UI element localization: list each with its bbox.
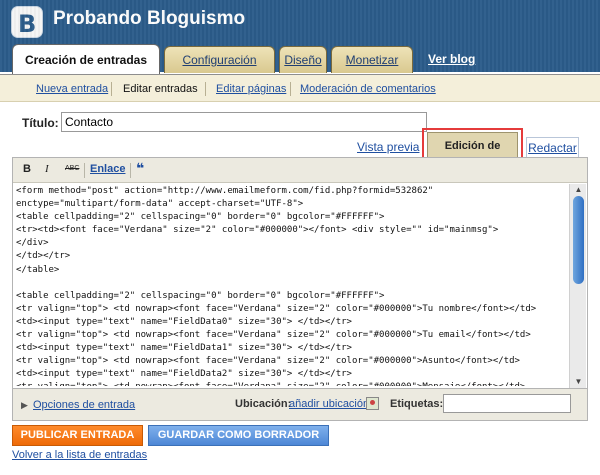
ver-blog-link[interactable]: Ver blog bbox=[428, 52, 475, 66]
tab-diseno[interactable]: Diseño bbox=[279, 46, 327, 73]
html-editor: B I ABC Enlace ❝ <form method="post" act… bbox=[12, 157, 588, 389]
link-button[interactable]: Enlace bbox=[90, 163, 125, 178]
opciones-entrada-link[interactable]: Opciones de entrada bbox=[33, 399, 135, 411]
scroll-up-icon[interactable]: ▲ bbox=[572, 185, 585, 195]
add-location-link[interactable]: añadir ubicación bbox=[289, 398, 369, 410]
options-bar: ▶ Opciones de entrada Ubicación: añadir … bbox=[12, 389, 588, 421]
code-line: <form method="post" action="http://www.e… bbox=[16, 186, 434, 196]
code-line: <tr><td><font face="Verdana" size="2" co… bbox=[16, 225, 499, 236]
subnav-nueva-entrada[interactable]: Nueva entrada bbox=[36, 83, 108, 95]
tab-redactar[interactable]: Redactar bbox=[526, 137, 579, 159]
code-line: <td><input type="text" name="FieldData2"… bbox=[16, 369, 352, 380]
subnav-bar: Nueva entrada Editar entradas Editar pág… bbox=[0, 74, 600, 102]
blockquote-icon[interactable]: ❝ bbox=[136, 160, 144, 176]
back-to-posts-link[interactable]: Volver a la lista de entradas bbox=[12, 449, 147, 461]
blog-title: Probando Bloguismo bbox=[53, 8, 246, 29]
code-line: <tr valign="top"> <td nowrap><font face=… bbox=[16, 303, 537, 314]
map-icon[interactable] bbox=[366, 397, 379, 410]
vista-previa-link[interactable]: Vista previa bbox=[357, 140, 419, 154]
scroll-thumb[interactable] bbox=[573, 196, 584, 284]
code-line: <table cellpadding="2" cellspacing="0" b… bbox=[16, 212, 385, 223]
subnav-moderacion-comentarios[interactable]: Moderación de comentarios bbox=[300, 83, 436, 95]
subnav-divider bbox=[205, 82, 206, 96]
code-line: <td><input type="text" name="FieldData1"… bbox=[16, 343, 352, 354]
code-line: <tr valign="top"> <td nowrap><font face=… bbox=[16, 356, 520, 367]
scroll-down-icon[interactable]: ▼ bbox=[572, 377, 585, 387]
blogger-logo-icon: B bbox=[11, 6, 43, 38]
save-draft-button[interactable]: GUARDAR COMO BORRADOR bbox=[148, 425, 329, 446]
editor-toolbar: B I ABC Enlace ❝ bbox=[13, 158, 587, 183]
code-line: <tr valign="top"> <td nowrap><font face=… bbox=[16, 330, 531, 341]
code-line: enctype="multipart/form-data" accept-cha… bbox=[16, 199, 304, 210]
ubicacion-label: Ubicación: bbox=[235, 398, 292, 410]
code-line: </td></tr> bbox=[16, 251, 71, 262]
strikethrough-icon[interactable]: ABC bbox=[65, 165, 79, 180]
html-code-area[interactable]: <form method="post" action="http://www.e… bbox=[16, 185, 568, 386]
tab-configuracion[interactable]: Configuración bbox=[164, 46, 275, 73]
publish-button[interactable]: PUBLICAR ENTRADA bbox=[12, 425, 143, 446]
toolbar-divider bbox=[84, 163, 85, 178]
etiquetas-input[interactable] bbox=[443, 394, 571, 413]
code-line: </table> bbox=[16, 264, 60, 275]
toolbar-divider bbox=[130, 163, 131, 178]
title-input[interactable] bbox=[61, 112, 427, 132]
bold-icon[interactable]: B bbox=[23, 163, 31, 178]
logo-letter: B bbox=[18, 10, 37, 38]
tab-edicion-html[interactable]: Edición de HTML bbox=[427, 132, 518, 179]
subnav-divider bbox=[111, 82, 112, 96]
code-line: <tr valign="top"> <td nowrap><font face=… bbox=[16, 381, 568, 386]
code-line: </div> bbox=[16, 238, 49, 249]
title-label: Título: bbox=[22, 116, 59, 130]
tab-monetizar[interactable]: Monetizar bbox=[331, 46, 413, 73]
subnav-divider bbox=[290, 82, 291, 96]
editor-scrollbar[interactable]: ▲ ▼ bbox=[569, 184, 586, 388]
expand-arrow-icon[interactable]: ▶ bbox=[21, 400, 28, 411]
tab-creacion-de-entradas[interactable]: Creación de entradas bbox=[12, 44, 160, 74]
italic-icon[interactable]: I bbox=[45, 163, 49, 178]
code-line: <table cellpadding="2" cellspacing="0" b… bbox=[16, 290, 385, 301]
subnav-editar-entradas[interactable]: Editar entradas bbox=[123, 83, 198, 95]
subnav-editar-paginas[interactable]: Editar páginas bbox=[216, 83, 286, 95]
code-line: <td><input type="text" name="FieldData0"… bbox=[16, 316, 352, 327]
etiquetas-label: Etiquetas: bbox=[390, 398, 444, 410]
